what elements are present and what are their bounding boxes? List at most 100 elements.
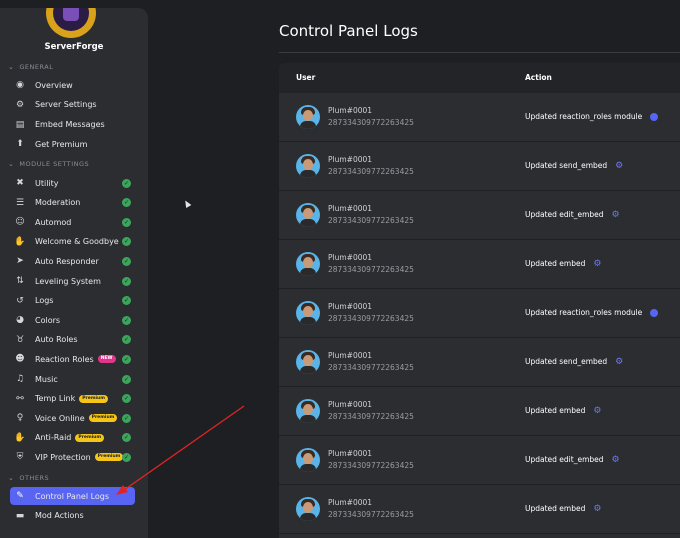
- premium-badge: Premium: [79, 394, 108, 403]
- sidebar-item-moderation[interactable]: ☰ Moderation ✓: [10, 194, 135, 212]
- sort-up-icon: ⇅: [16, 276, 24, 286]
- table-row: Plum#0001 287334309772263425 Updated react…: [279, 289, 680, 338]
- sidebar-item-get-premium[interactable]: ⬆ Get Premium: [10, 135, 135, 153]
- send-icon: ➤: [16, 256, 24, 267]
- sidebar-item-control-panel-logs[interactable]: ✎ Control Panel Logs: [10, 487, 135, 505]
- username: Plum#0001: [328, 351, 373, 360]
- sidebar-item-label: Embed Messages: [35, 120, 105, 130]
- column-header-user: User: [296, 73, 316, 82]
- sidebar-item-embed-messages[interactable]: ▤ Embed Messages: [10, 116, 135, 134]
- gear-icon: ⚙: [593, 503, 602, 514]
- username: Plum#0001: [328, 106, 373, 115]
- palette-icon: ◕: [16, 315, 24, 326]
- sidebar-item-label: Server Settings: [35, 100, 97, 110]
- action-text: Updated reaction_roles module: [525, 308, 643, 317]
- module-smile-icon: [650, 112, 659, 121]
- enabled-check-icon: ✓: [122, 374, 131, 384]
- enabled-check-icon: ✓: [122, 198, 131, 208]
- new-badge: NEW: [97, 355, 116, 364]
- table-header: User Action: [279, 63, 680, 93]
- action-cell: Updated embed ⚙: [525, 406, 601, 415]
- user-id: 287334309772263425: [328, 363, 414, 372]
- action-cell: Updated embed ⚙: [525, 504, 601, 513]
- action-cell: Updated embed ⚙: [525, 259, 601, 268]
- username: Plum#0001: [328, 302, 373, 311]
- sidebar-item-vip-protection[interactable]: ⛨ VIP Protection Premium ✓: [10, 448, 135, 466]
- table-row: Plum#0001 287334309772263425 Updated embed…: [279, 240, 680, 289]
- action-cell: Updated edit_embed ⚙: [525, 210, 620, 219]
- sidebar-item-welcome-goodbye[interactable]: ✋ Welcome & Goodbye ✓: [10, 233, 135, 251]
- gear-icon: ⚙: [611, 209, 620, 220]
- enabled-check-icon: ✓: [122, 335, 131, 345]
- sidebar-item-utility[interactable]: ✖ Utility ✓: [10, 174, 135, 192]
- chevron-down-icon: ⌄: [8, 63, 15, 71]
- sidebar-item-server-settings[interactable]: ⚙ Server Settings: [10, 96, 135, 114]
- gear-icon: ⚙: [611, 454, 620, 465]
- section-general[interactable]: ⌄ GENERAL: [8, 63, 53, 71]
- username: Plum#0001: [328, 498, 373, 507]
- sidebar-item-temp-link[interactable]: ⚯ Temp Link Premium ✓: [10, 390, 135, 408]
- avatar[interactable]: [296, 203, 320, 227]
- username: Plum#0001: [328, 253, 373, 262]
- avatar[interactable]: [296, 497, 320, 521]
- avatar[interactable]: [296, 252, 320, 276]
- sidebar-item-label: Auto Responder: [35, 256, 99, 266]
- username: Plum#0001: [328, 400, 373, 409]
- sidebar-item-label: Voice Online: [35, 413, 85, 423]
- sidebar-item-label: Temp Link: [35, 394, 76, 404]
- sidebar-item-anti-raid[interactable]: ✋ Anti-Raid Premium ✓: [10, 429, 135, 447]
- user-id: 287334309772263425: [328, 412, 414, 421]
- sidebar-item-automod[interactable]: ☺ Automod ✓: [10, 213, 135, 231]
- medal-icon: ♉: [15, 334, 25, 345]
- sidebar-item-auto-roles[interactable]: ♉ Auto Roles ✓: [10, 331, 135, 349]
- enabled-check-icon: ✓: [122, 256, 131, 266]
- sidebar-item-label: Anti-Raid: [35, 433, 72, 443]
- avatar[interactable]: [296, 154, 320, 178]
- table-row: Plum#0001 287334309772263425 Updated edit_…: [279, 436, 680, 485]
- page-title: Control Panel Logs: [279, 22, 418, 40]
- tools-icon: ✖: [16, 178, 24, 188]
- enabled-check-icon: ✓: [122, 178, 131, 188]
- avatar[interactable]: [296, 105, 320, 129]
- sidebar-item-label: Music: [35, 374, 58, 384]
- enabled-check-icon: ✓: [122, 237, 131, 247]
- sidebar-item-logs[interactable]: ↺ Logs ✓: [10, 292, 135, 310]
- server-logo[interactable]: [46, 8, 96, 38]
- sidebar-item-label: Auto Roles: [35, 335, 78, 345]
- table-row: Plum#0001 287334309772263425 Updated react…: [279, 93, 680, 142]
- username: Plum#0001: [328, 449, 373, 458]
- sidebar-item-overview[interactable]: ◉ Overview: [10, 76, 135, 94]
- table-row: Plum#0001 287334309772263425 Updated embed…: [279, 485, 680, 534]
- section-others[interactable]: ⌄ OTHERS: [8, 474, 49, 482]
- avatar[interactable]: [296, 448, 320, 472]
- sidebar-item-colors[interactable]: ◕ Colors ✓: [10, 311, 135, 329]
- enabled-check-icon: ✓: [122, 413, 131, 423]
- sidebar-item-leveling-system[interactable]: ⇅ Leveling System ✓: [10, 272, 135, 290]
- avatar[interactable]: [296, 301, 320, 325]
- action-cell: Updated send_embed ⚙: [525, 357, 623, 366]
- sidebar-item-label: Welcome & Goodbye: [35, 237, 119, 247]
- robot-icon: ☺: [15, 217, 25, 228]
- sidebar-item-label: Automod: [35, 217, 72, 227]
- section-module-settings[interactable]: ⌄ MODULE SETTINGS: [8, 160, 89, 168]
- user-id: 287334309772263425: [328, 216, 414, 225]
- premium-icon: ⬆: [16, 139, 24, 150]
- avatar[interactable]: [296, 350, 320, 374]
- action-text: Updated send_embed: [525, 161, 608, 170]
- sidebar-item-auto-responder[interactable]: ➤ Auto Responder ✓: [10, 252, 135, 270]
- enabled-check-icon: ✓: [122, 217, 131, 227]
- action-cell: Updated reaction_roles module: [525, 308, 659, 317]
- avatar[interactable]: [296, 399, 320, 423]
- module-smile-icon: [650, 308, 659, 317]
- enabled-check-icon: ✓: [122, 296, 131, 306]
- sidebar-item-music[interactable]: ♫ Music ✓: [10, 370, 135, 388]
- sidebar-item-voice-online[interactable]: ♀ Voice Online Premium ✓: [10, 409, 135, 427]
- sidebar-item-reaction-roles[interactable]: ☻ Reaction Roles NEW ✓: [10, 350, 135, 368]
- table-row: Plum#0001 287334309772263425 Updated send_…: [279, 142, 680, 191]
- action-text: Updated edit_embed: [525, 455, 604, 464]
- action-text: Updated edit_embed: [525, 210, 604, 219]
- logs-table: User Action Plum#0001 287334309772263425 U…: [279, 63, 680, 538]
- sidebar-item-label: Mod Actions: [35, 511, 84, 521]
- gear-icon: ⚙: [615, 356, 624, 367]
- sidebar-item-mod-actions[interactable]: ▬ Mod Actions: [10, 507, 135, 525]
